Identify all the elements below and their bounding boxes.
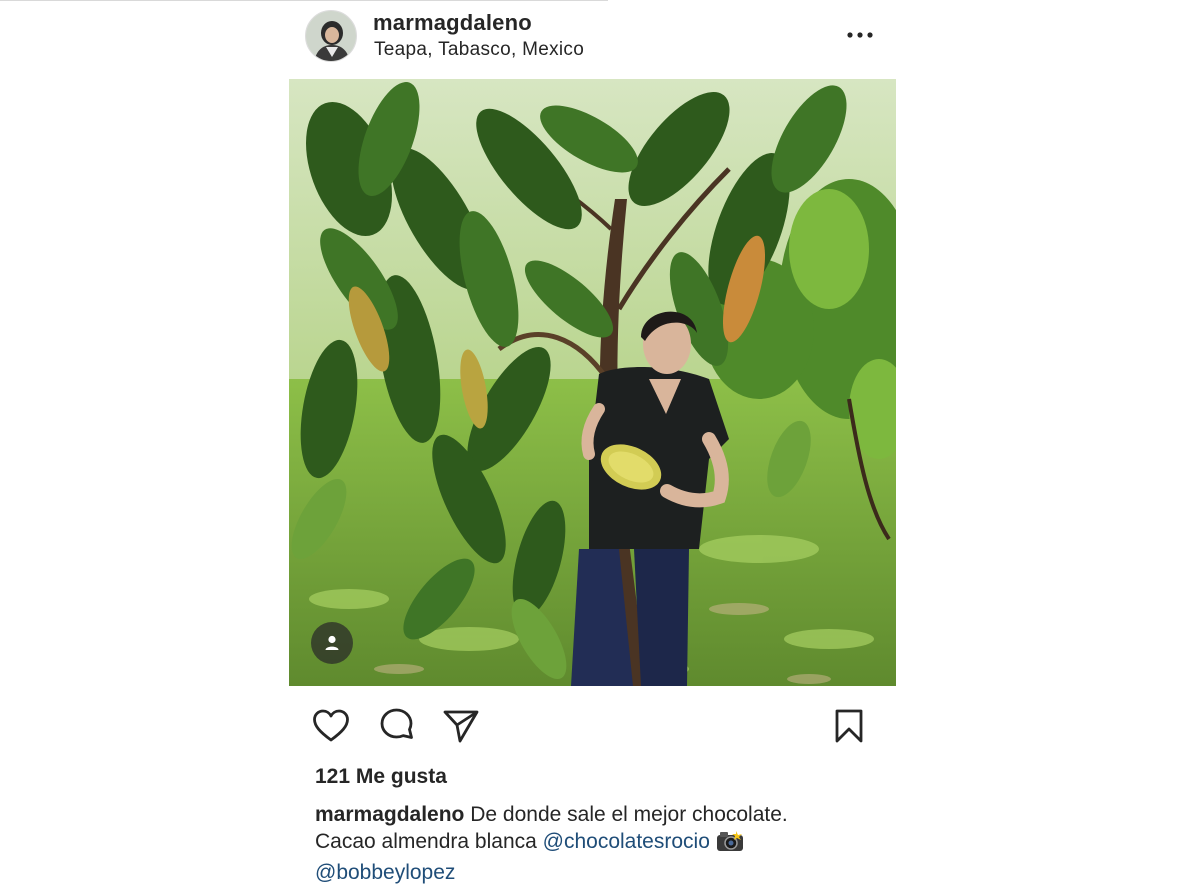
caption-username[interactable]: marmagdaleno [315,803,464,826]
post-caption: marmagdaleno De donde sale el mejor choc… [315,801,935,886]
more-options-icon[interactable] [840,20,880,50]
camera-flash-emoji [716,830,744,859]
post-photo[interactable] [289,79,896,686]
bookmark-icon[interactable] [828,705,870,747]
likes-count[interactable]: 121 Me gusta [315,765,447,789]
top-divider [0,0,608,1]
paper-plane-icon[interactable] [440,705,482,747]
comment-icon[interactable] [376,705,418,747]
caption-text: De donde sale el mejor chocolate. [464,803,788,826]
post-username[interactable]: marmagdaleno [373,10,532,36]
user-tag-icon[interactable] [311,622,353,664]
caption-text-line-2: Cacao almendra blanca [315,830,543,853]
heart-icon[interactable] [310,705,352,747]
mention-chocolatesrocio[interactable]: @chocolatesrocio [543,830,710,853]
avatar[interactable] [305,10,357,62]
post-location[interactable]: Teapa, Tabasco, Mexico [374,39,584,61]
